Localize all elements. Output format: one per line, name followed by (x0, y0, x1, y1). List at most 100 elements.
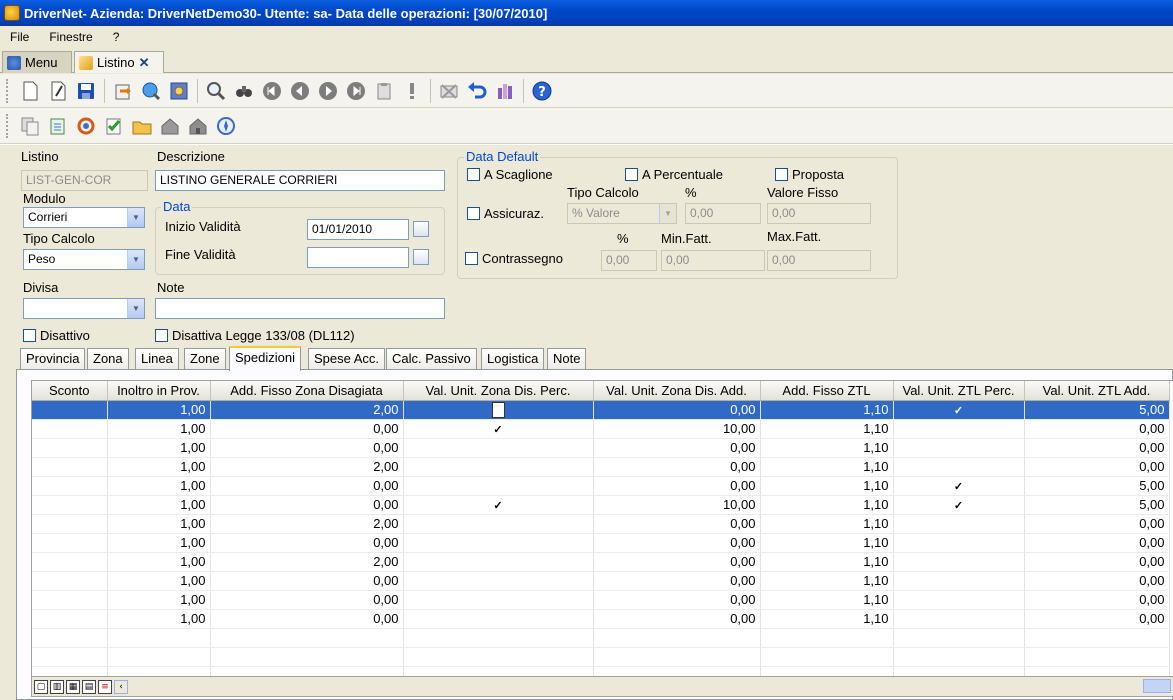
table-cell[interactable]: 0,00 (593, 533, 761, 553)
table-cell[interactable] (893, 590, 1025, 610)
table-cell[interactable] (32, 400, 108, 420)
table-cell[interactable]: 0,00 (210, 609, 404, 629)
table-cell[interactable]: 0,00 (210, 476, 404, 496)
column-header[interactable]: Val. Unit. ZTL Perc. (893, 381, 1025, 401)
table-cell[interactable] (32, 457, 108, 477)
chevron-down-icon[interactable]: ▼ (127, 250, 144, 269)
settings-icon[interactable] (165, 77, 193, 105)
table-cell[interactable]: 0,00 (593, 476, 761, 496)
search-globe-icon[interactable] (137, 77, 165, 105)
table-cell[interactable] (760, 666, 894, 676)
table-cell[interactable] (893, 571, 1025, 591)
first-icon[interactable] (258, 77, 286, 105)
table-cell[interactable]: 0,00 (1024, 457, 1170, 477)
table-cell[interactable] (403, 647, 594, 667)
column-header[interactable]: Val. Unit. Zona Dis. Perc. (403, 381, 594, 401)
table-row[interactable]: 1,00 2,00 0,00 1,10 0,00 (32, 514, 1170, 534)
table-cell[interactable] (893, 457, 1025, 477)
find-icon[interactable] (202, 77, 230, 105)
assicuraz-checkbox[interactable] (467, 207, 480, 220)
modulo-select[interactable]: Corrieri ▼ (23, 207, 145, 228)
bars-icon[interactable] (491, 77, 519, 105)
table-cell[interactable]: 1,10 (760, 400, 894, 420)
table-cell[interactable] (593, 628, 761, 648)
table-cell[interactable] (32, 590, 108, 610)
table-row[interactable] (32, 666, 1170, 676)
calendar-icon[interactable] (413, 221, 429, 237)
table-cell[interactable]: 0,00 (1024, 514, 1170, 534)
table-cell[interactable]: 1,10 (760, 457, 894, 477)
table-cell[interactable]: 1,00 (107, 476, 211, 496)
table-cell[interactable] (32, 533, 108, 553)
fine-validita-field[interactable] (307, 247, 409, 268)
table-cell[interactable] (210, 666, 404, 676)
edit-doc-icon[interactable] (44, 77, 72, 105)
table-cell[interactable]: 0,00 (210, 571, 404, 591)
table-cell[interactable] (107, 647, 211, 667)
compass-icon[interactable] (212, 112, 240, 140)
contrassegno-percent-field[interactable]: 0,00 (601, 250, 657, 271)
table-cell[interactable]: 1,10 (760, 476, 894, 496)
table-row[interactable]: 1,00 0,00 0,00 1,10 0,00 (32, 571, 1170, 591)
table-cell[interactable] (32, 495, 108, 515)
a-scaglione-checkbox[interactable] (467, 168, 480, 181)
table-cell[interactable]: 0,00 (593, 514, 761, 534)
tab-logistica[interactable]: Logistica (481, 348, 545, 370)
column-header[interactable]: Add. Fisso ZTL (760, 381, 894, 401)
list-icon[interactable]: ≡ (98, 679, 112, 694)
table-cell[interactable]: 0,00 (1024, 571, 1170, 591)
table-cell[interactable] (893, 533, 1025, 553)
table-cell[interactable] (403, 628, 594, 648)
table-row[interactable]: 1,00 0,00 0,00 1,10 0,00 (32, 438, 1170, 458)
inizio-validita-field[interactable]: 01/01/2010 (307, 219, 409, 240)
table-cell[interactable] (403, 533, 594, 553)
table-row[interactable]: 1,000,00 10,001,10 5,00 (32, 495, 1170, 515)
table-cell[interactable]: 0,00 (1024, 590, 1170, 610)
table-cell[interactable]: 5,00 (1024, 400, 1170, 420)
table-cell[interactable] (760, 628, 894, 648)
checkbox-cell[interactable] (491, 401, 505, 418)
proposta-checkbox[interactable] (775, 168, 788, 181)
table-cell[interactable] (893, 495, 1025, 515)
table-cell[interactable] (403, 609, 594, 629)
table-cell[interactable]: 1,10 (760, 571, 894, 591)
table-cell[interactable]: 1,00 (107, 495, 211, 515)
column-header[interactable]: Val. Unit. ZTL Add. (1024, 381, 1170, 401)
tab-zone[interactable]: Zone (184, 348, 226, 370)
assicuraz-tipo-select[interactable]: % Valore ▼ (567, 203, 677, 224)
table-cell[interactable] (893, 400, 1025, 420)
table-cell[interactable]: 0,00 (1024, 609, 1170, 629)
table-cell[interactable]: 10,00 (593, 495, 761, 515)
disattivo-checkbox[interactable] (23, 329, 36, 342)
assicuraz-fisso-field[interactable]: 0,00 (767, 203, 871, 224)
table-cell[interactable] (403, 400, 594, 420)
table-cell[interactable]: 1,10 (760, 514, 894, 534)
house-disabled-icon[interactable] (184, 112, 212, 140)
table-cell[interactable] (403, 419, 594, 439)
table-cell[interactable]: 0,00 (1024, 419, 1170, 439)
table-cell[interactable]: 2,00 (210, 514, 404, 534)
table-cell[interactable] (403, 476, 594, 496)
table-cell[interactable] (593, 647, 761, 667)
table-cell[interactable] (403, 457, 594, 477)
next-icon[interactable] (314, 77, 342, 105)
contrassegno-max-field[interactable]: 0,00 (767, 250, 871, 271)
table-cell[interactable] (893, 666, 1025, 676)
table-row[interactable]: 1,000,0010,001,100,00 (32, 419, 1170, 439)
column-header[interactable]: Val. Unit. Zona Dis. Add. (593, 381, 761, 401)
table-cell[interactable]: 1,00 (107, 400, 211, 420)
alert-icon[interactable] (398, 77, 426, 105)
descrizione-field[interactable]: LISTINO GENERALE CORRIERI (155, 170, 445, 191)
table-cell[interactable] (32, 552, 108, 572)
column-header[interactable]: Inoltro in Prov. (107, 381, 211, 401)
menu-finestre[interactable]: Finestre (39, 30, 102, 44)
table-cell[interactable] (32, 647, 108, 667)
new-doc-icon[interactable] (16, 77, 44, 105)
table-cell[interactable] (403, 514, 594, 534)
table-cell[interactable]: 0,00 (593, 609, 761, 629)
table-cell[interactable]: 1,10 (760, 495, 894, 515)
table-cell[interactable]: 1,00 (107, 419, 211, 439)
table-cell[interactable]: 1,00 (107, 533, 211, 553)
table-cell[interactable]: 0,00 (593, 552, 761, 572)
table-row[interactable]: 1,002,00 0,001,10 5,00 (32, 400, 1170, 420)
